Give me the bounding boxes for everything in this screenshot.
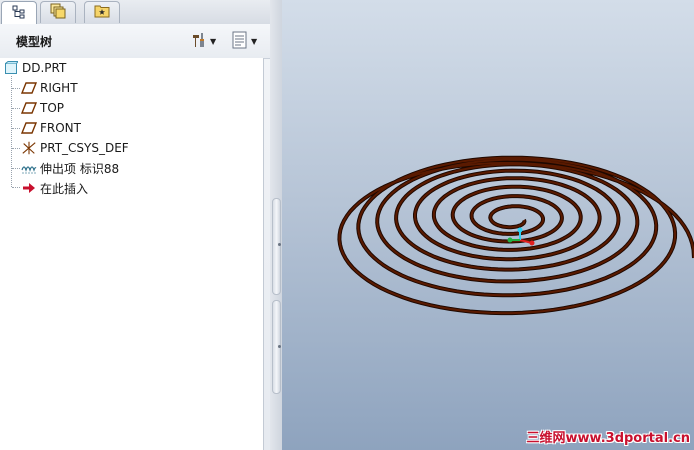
left-panel: 模型树 ▼ ▼ DD.PRT RIGHT TOP FRONT PRT_CSYS_… [0,0,270,450]
chevron-down-icon: ▼ [210,36,217,46]
triad-endpoint [507,237,513,243]
tree-item-top[interactable]: TOP [21,98,64,118]
tree-branch-line [12,88,20,89]
tree-item-label: PRT_CSYS_DEF [40,141,129,155]
show-options-button[interactable]: ▼ [231,30,257,52]
insert-here-arrow-icon [21,180,37,196]
tree-item-label: 伸出项 标识88 [40,161,120,176]
spiral-curve [337,155,694,316]
part-icon [3,60,19,76]
tab-favorites[interactable] [84,1,120,23]
tree-branch-line [12,128,20,129]
navigator-tab-strip [0,0,270,25]
tree-item-front[interactable]: FRONT [21,118,81,138]
panel-header: 模型树 ▼ ▼ [0,24,270,59]
chevron-down-icon: ▼ [251,36,258,46]
grip-dot [278,345,281,348]
tree-branch-line [12,168,20,169]
tree-item-label: DD.PRT [22,61,67,75]
tree-item-label: 在此插入 [40,181,89,196]
tab-model-tree[interactable] [1,1,37,25]
spiral-sweep-model[interactable] [282,0,694,450]
splitter-grip-top[interactable] [272,198,281,295]
datum-plane-icon [21,80,37,96]
tree-item-right[interactable]: RIGHT [21,78,78,98]
tree-settings-button[interactable]: ▼ [190,30,216,52]
tree-item-insert-here[interactable]: 在此插入 [21,178,88,198]
tree-branch-line [12,187,20,188]
pane-splitter[interactable] [270,0,282,450]
triad-endpoint [517,227,523,233]
layers-icon [50,3,66,22]
tab-layers[interactable] [40,1,76,23]
model-tree: DD.PRT RIGHT TOP FRONT PRT_CSYS_DEF 伸出项 … [0,58,264,450]
triad-endpoint [529,240,535,246]
model-tree-icon [12,5,26,22]
tree-branch-line [12,148,20,149]
tree-item-root[interactable]: DD.PRT [3,58,66,78]
tree-item-label: RIGHT [40,81,78,95]
datum-plane-icon [21,120,37,136]
tree-item-label: TOP [40,101,65,115]
tree-connector [11,76,12,187]
tree-item-csys[interactable]: PRT_CSYS_DEF [21,138,129,158]
grip-dot [278,243,281,246]
graphics-window[interactable]: 三维网www.3dportal.cn [282,0,694,450]
tools-icon [190,31,208,52]
sweep-feature-icon [21,160,37,176]
folder-star-icon [94,4,110,21]
coordinate-system-icon [21,140,37,156]
tree-branch-line [12,108,20,109]
watermark-text: 三维网www.3dportal.cn [526,431,690,446]
tree-item-protrusion[interactable]: 伸出项 标识88 [21,158,119,178]
show-list-icon [231,31,249,52]
splitter-grip-bottom[interactable] [272,300,281,394]
panel-title: 模型树 [16,35,53,49]
datum-plane-icon [21,100,37,116]
tree-item-label: FRONT [40,121,81,135]
